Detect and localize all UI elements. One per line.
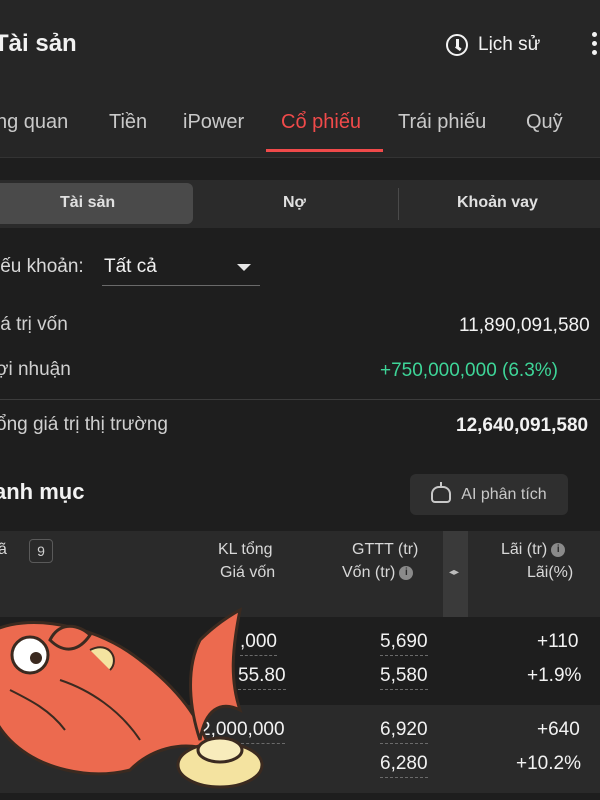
col-cost-price[interactable]: Giá vốn bbox=[220, 564, 275, 582]
info-icon[interactable]: i bbox=[551, 542, 566, 557]
segment-debt[interactable]: Nợ bbox=[283, 194, 306, 212]
robot-icon bbox=[431, 482, 452, 503]
filter-select[interactable]: Tất cả bbox=[104, 256, 157, 278]
profit-value: +750,000,000 (6.3%) bbox=[380, 360, 558, 381]
tab-ipower[interactable]: iPower bbox=[183, 111, 244, 134]
market-value: 12,640,091,580 bbox=[456, 415, 589, 436]
ai-analysis-label: AI phân tích bbox=[461, 485, 547, 503]
koi-fish-illustration bbox=[0, 607, 264, 789]
chevron-down-icon[interactable] bbox=[237, 264, 251, 271]
profit-cell: +110 bbox=[537, 631, 579, 652]
tab-cash[interactable]: Tiền bbox=[109, 111, 147, 134]
col-kl-total[interactable]: KL tổng bbox=[218, 541, 273, 559]
more-icon[interactable] bbox=[592, 32, 600, 62]
info-icon[interactable]: i bbox=[399, 565, 414, 580]
capital-label: iá trị vốn bbox=[0, 314, 68, 335]
column-resize-handle[interactable]: ◂▸ bbox=[443, 531, 468, 617]
count-badge: 9 bbox=[29, 539, 53, 563]
segment-assets[interactable]: Tài sản bbox=[60, 194, 115, 212]
col-code[interactable]: ã bbox=[0, 541, 7, 559]
segment-loans[interactable]: Khoản vay bbox=[457, 194, 538, 212]
col-gttt[interactable]: GTTT (tr) bbox=[352, 541, 418, 559]
segment-divider bbox=[398, 188, 399, 220]
tab-funds[interactable]: Quỹ bbox=[526, 111, 563, 134]
portfolio-title: anh mục bbox=[0, 479, 85, 504]
profit-pct-cell: +10.2% bbox=[516, 753, 581, 774]
tab-bonds[interactable]: Trái phiếu bbox=[398, 111, 486, 134]
capital-value-cell: 6,280 bbox=[380, 753, 428, 778]
tab-overview[interactable]: ng quan bbox=[0, 111, 68, 134]
clock-icon bbox=[446, 34, 468, 56]
active-tab-indicator bbox=[266, 149, 383, 152]
gttt-value: 6,920 bbox=[380, 719, 428, 744]
capital-value-cell: 5,580 bbox=[380, 665, 428, 690]
profit-pct-cell: +1.9% bbox=[527, 665, 582, 686]
profit-label: ợi nhuận bbox=[0, 359, 71, 380]
gttt-value: 5,690 bbox=[380, 631, 428, 656]
tab-stocks[interactable]: Cổ phiếu bbox=[281, 111, 361, 134]
filter-label: iếu khoản: bbox=[0, 256, 84, 277]
col-capital[interactable]: Vốn (tr) i bbox=[342, 564, 414, 582]
col-profit-pct[interactable]: Lãi(%) bbox=[527, 564, 573, 582]
arrows-horizontal-icon: ◂▸ bbox=[449, 567, 460, 578]
capital-value: 11,890,091,580 bbox=[459, 315, 590, 336]
select-underline bbox=[102, 285, 260, 286]
profit-cell: +640 bbox=[537, 719, 580, 740]
page-title: Tài sản bbox=[0, 30, 77, 57]
history-label: Lịch sử bbox=[478, 34, 541, 55]
divider bbox=[0, 399, 600, 400]
col-profit[interactable]: Lãi (tr) i bbox=[501, 541, 566, 559]
col-capital-label: Vốn (tr) bbox=[342, 564, 396, 581]
ai-analysis-button[interactable]: AI phân tích bbox=[410, 474, 568, 515]
market-value-label: ổng giá trị thị trường bbox=[0, 414, 168, 435]
col-profit-label: Lãi (tr) bbox=[501, 541, 548, 558]
history-button[interactable]: Lịch sử bbox=[446, 34, 540, 56]
